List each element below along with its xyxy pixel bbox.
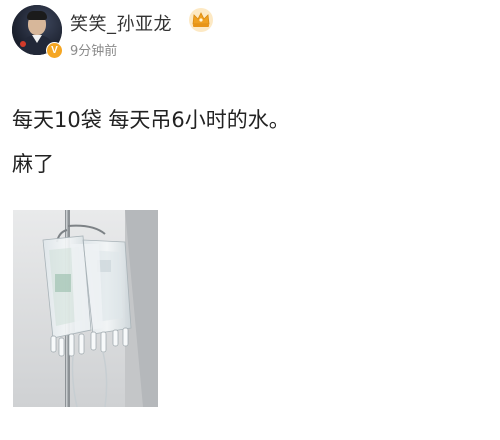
author-name[interactable]: 笑笑_孙亚龙 bbox=[70, 10, 172, 36]
verified-badge-icon: V bbox=[46, 42, 63, 59]
post-text-line: 麻了 bbox=[12, 152, 54, 176]
weibo-post: V 笑笑_孙亚龙 9分钟前 每天10袋 每天吊6小时的水。 麻了 bbox=[0, 0, 500, 440]
post-text-line: 每天10袋 每天吊6小时的水。 bbox=[12, 108, 290, 132]
crown-icon[interactable] bbox=[188, 7, 214, 33]
post-image[interactable] bbox=[13, 210, 158, 407]
iv-bags-photo bbox=[13, 210, 158, 407]
post-timestamp[interactable]: 9分钟前 bbox=[70, 40, 117, 59]
